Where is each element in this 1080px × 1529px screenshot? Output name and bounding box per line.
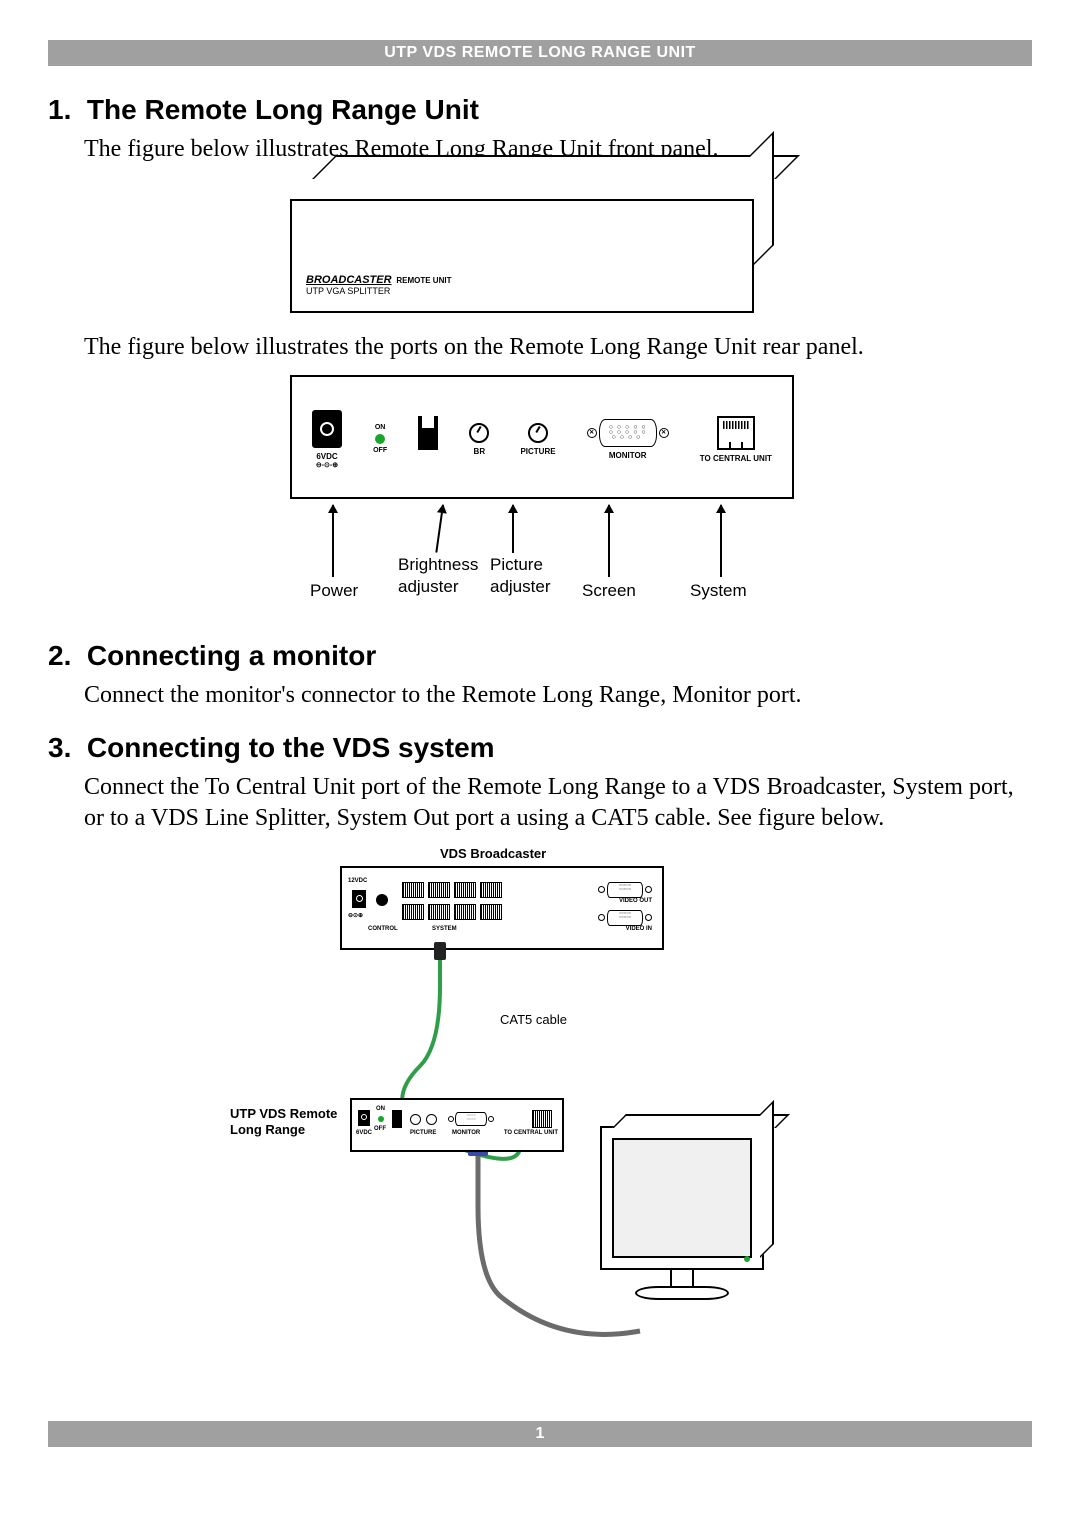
section-1-title: The Remote Long Range Unit [87,94,479,125]
picture-knob: PICTURE [520,423,555,456]
monitor-icon [600,1126,764,1300]
callout-system: System [690,581,747,601]
callout-picture-l2: adjuster [490,577,550,597]
led-on-label: ON [375,424,386,431]
section-2-number: 2. [48,640,71,671]
section-1-heading: 1. The Remote Long Range Unit [48,94,1032,126]
r-picture-label: PICTURE [410,1130,436,1136]
r-monitor-label: MONITOR [452,1130,480,1136]
monitor-vga-port: ✕ ○ ○ ○ ○ ○○ ○ ○ ○ ○ ○ ○ ○ ○ ✕ MONITOR [587,419,669,460]
conn-side-label-l1: UTP VDS Remote [230,1106,337,1121]
section-1-number: 1. [48,94,71,125]
monitor-label: MONITOR [609,451,647,460]
conn-side-label-l2: Long Range [230,1122,305,1137]
figure-connection: VDS Broadcaster 12VDC ⊖⊙⊕ CONTROL [48,846,1032,1391]
r-off-label: OFF [374,1126,386,1132]
section-2-heading: 2. Connecting a monitor [48,640,1032,672]
paragraph-4: Connect the To Central Unit port of the … [84,772,1032,834]
page-header-bar: UTP VDS REMOTE LONG RANGE UNIT [48,40,1032,66]
callout-picture-l1: Picture [490,555,543,575]
callout-power: Power [310,581,358,601]
to-central-label: TO CENTRAL UNIT [700,454,772,463]
br-label: BR [474,447,486,456]
section-3-heading: 3. Connecting to the VDS system [48,732,1032,764]
callout-brightness-l2: adjuster [398,577,458,597]
r-on-label: ON [376,1106,385,1112]
power-led: ON OFF [373,424,387,454]
paragraph-3: Connect the monitor's connector to the R… [84,680,1032,711]
front-splitter-label: UTP VGA SPLITTER [306,286,390,296]
power-6vdc-label: 6VDC [316,452,337,461]
figure-rear-panel: 6VDC ⊖-⊙-⊕ ON OFF BR [48,375,1032,620]
rj45-port: TO CENTRAL UNIT [700,416,772,463]
section-2-title: Connecting a monitor [87,640,376,671]
led-icon [375,434,385,444]
r-to-central-label: TO CENTRAL UNIT [504,1130,558,1136]
page-footer-bar: 1 [48,1421,1032,1447]
front-broadcaster-label: BROADCASTER [306,274,392,286]
callout-screen: Screen [582,581,636,601]
power-jack-port: 6VDC ⊖-⊙-⊕ [312,410,342,469]
cat5-label: CAT5 cable [500,1012,567,1027]
picture-label: PICTURE [520,447,555,456]
front-remote-unit-label: REMOTE UNIT [396,276,451,285]
brightness-knob: BR [469,423,489,456]
led-off-label: OFF [373,447,387,454]
section-3-title: Connecting to the VDS system [87,732,495,763]
paragraph-2: The figure below illustrates the ports o… [84,332,1032,363]
figure-front-panel: BROADCASTER REMOTE UNIT UTP VGA SPLITTER [48,177,1032,318]
dip-switch [418,416,438,463]
power-polarity-label: ⊖-⊙-⊕ [316,461,338,469]
callout-brightness-l1: Brightness [398,555,478,575]
conn-remote-box: 6VDC ON OFF PICTURE ○○○○○○○○○○ MONITOR T… [350,1098,564,1152]
section-3-number: 3. [48,732,71,763]
r-6vdc-label: 6VDC [356,1130,372,1136]
